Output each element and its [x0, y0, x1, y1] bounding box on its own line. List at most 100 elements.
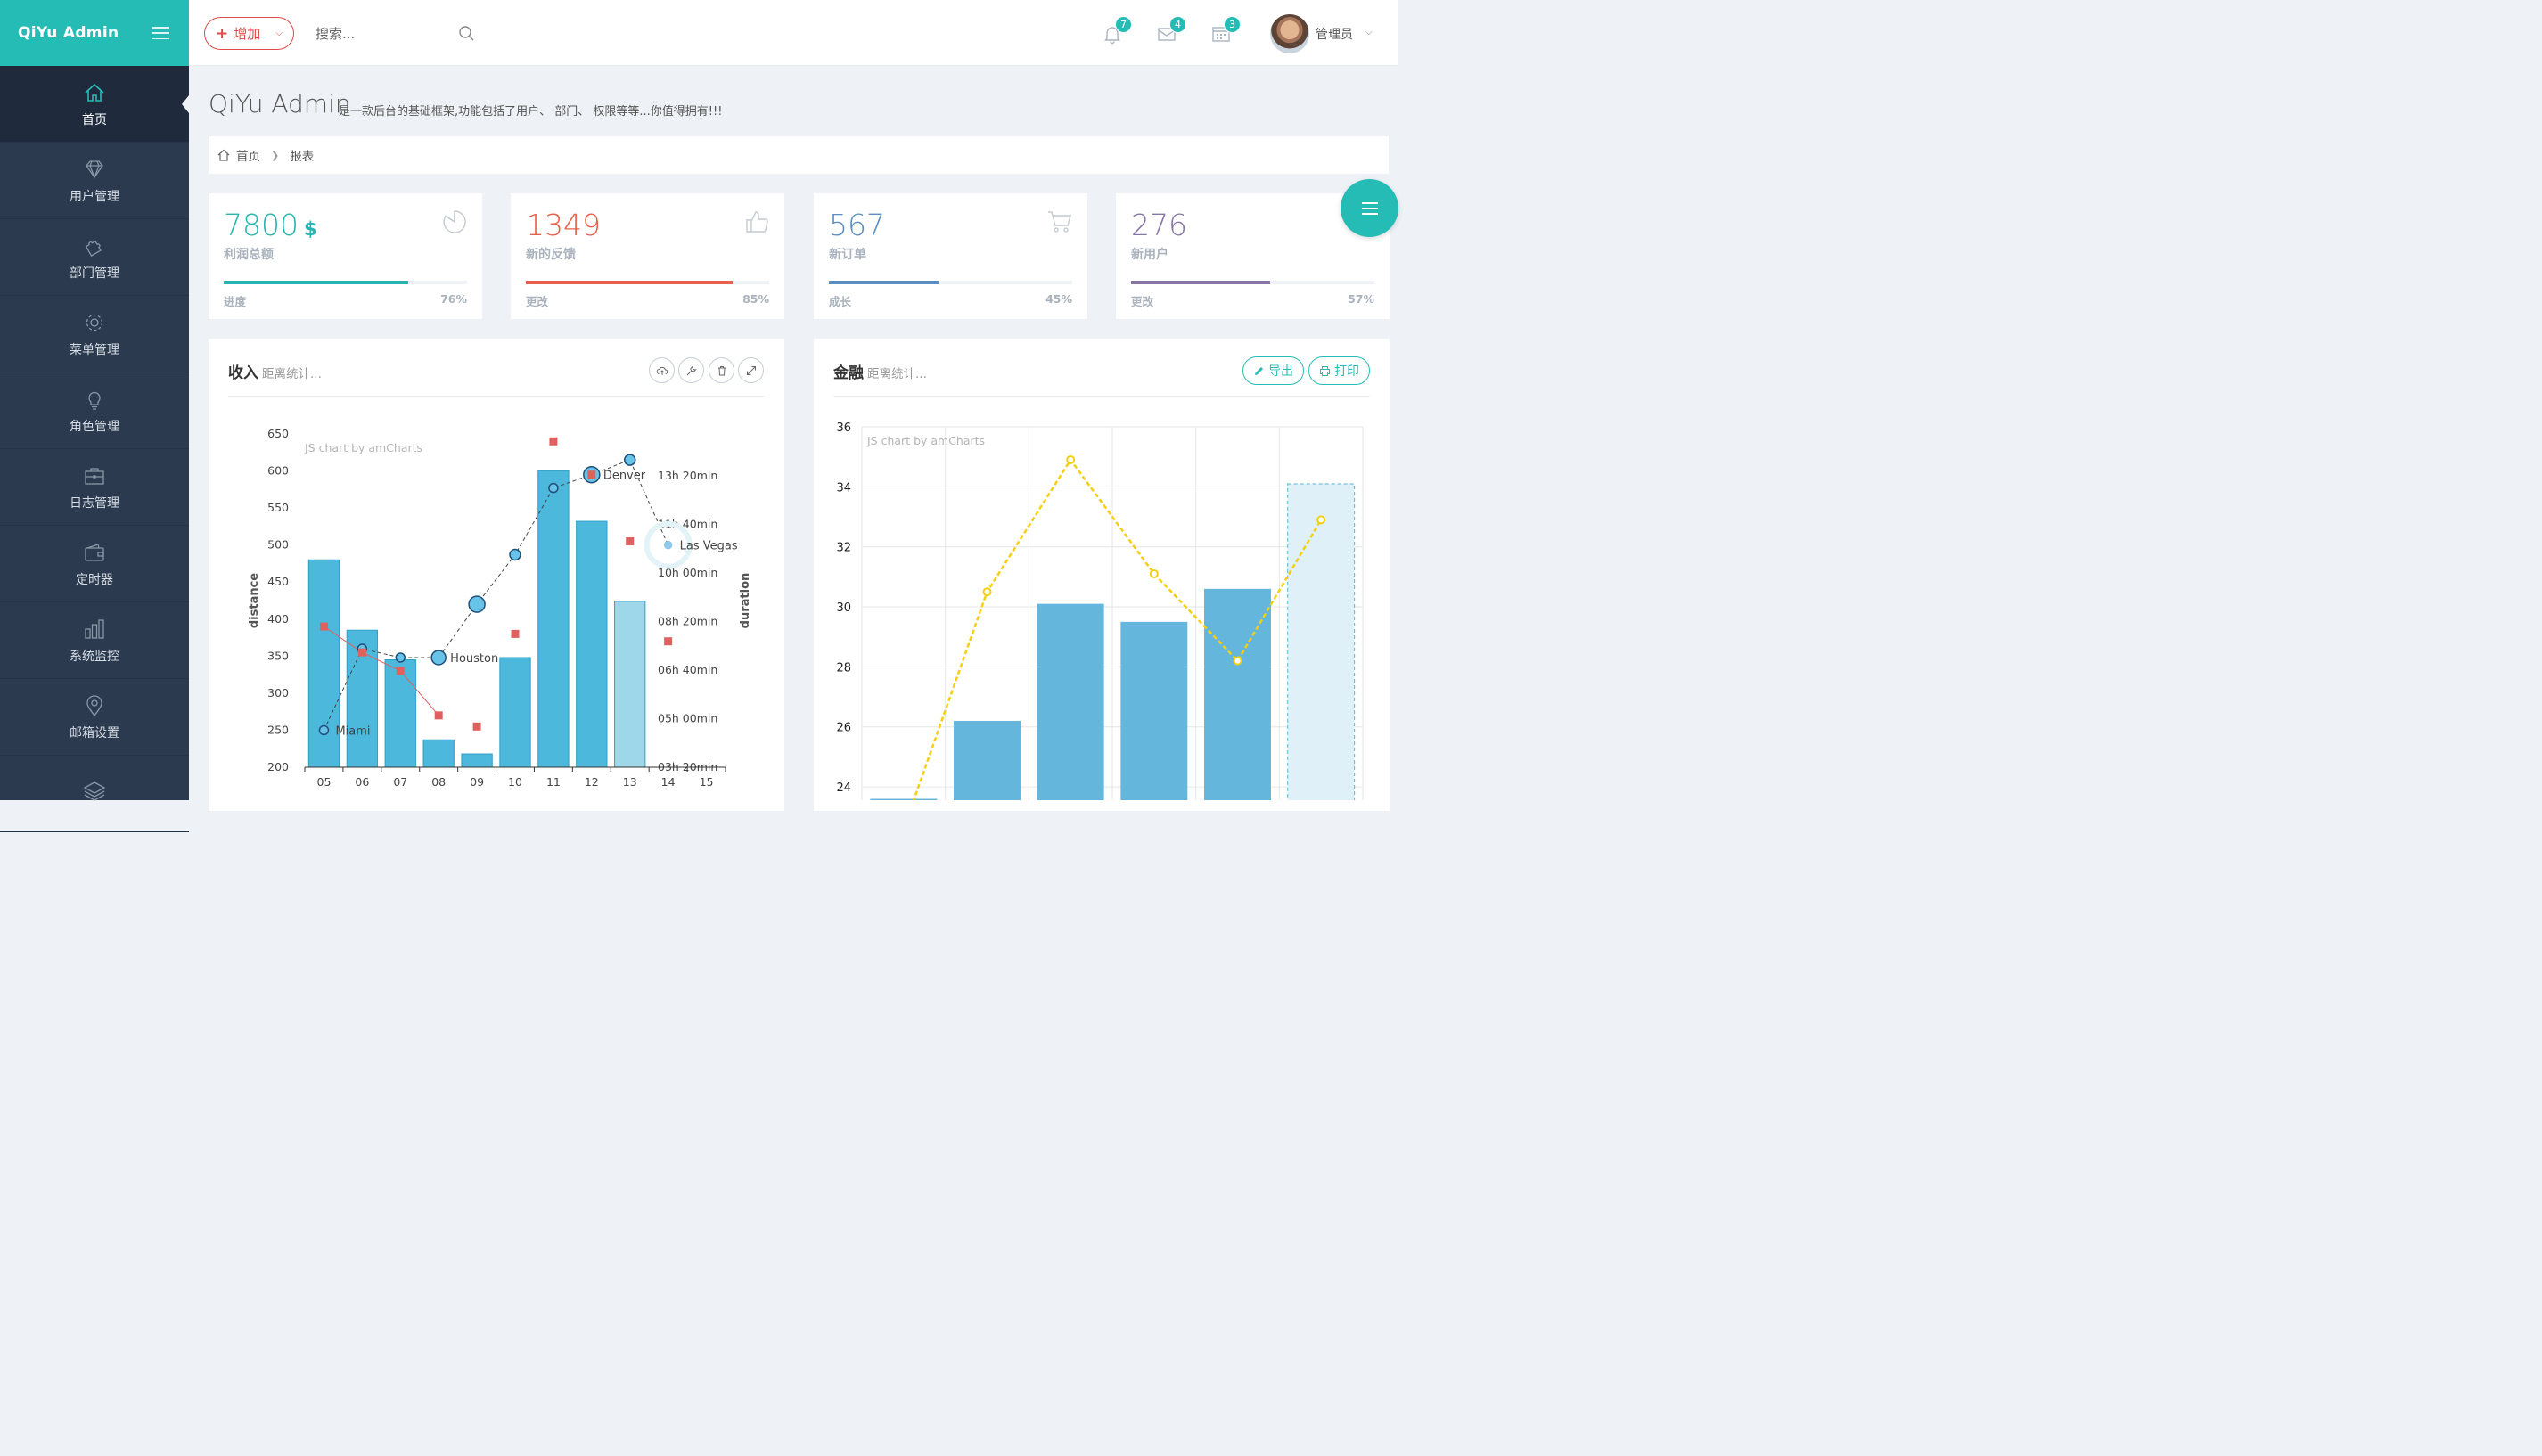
bulb-icon — [82, 387, 107, 412]
add-button-label: 增加 — [234, 26, 261, 42]
sidebar-item-1[interactable]: 用户管理 — [0, 143, 189, 219]
line-point — [395, 652, 406, 663]
y-tick-label: 500 — [267, 538, 289, 552]
x-tick-label: 15 — [700, 775, 714, 789]
line-point — [1233, 656, 1242, 666]
stat-progress-bar — [829, 281, 1072, 284]
y-tick-label: 450 — [267, 575, 289, 588]
user-name[interactable]: 管理员 — [1316, 25, 1353, 43]
home-icon — [82, 80, 107, 105]
y-tick-label: 300 — [267, 686, 289, 699]
scatter-square — [587, 470, 596, 479]
puzzle-icon — [82, 233, 107, 258]
cart-icon — [1046, 209, 1073, 235]
x-tick-label: 12 — [585, 775, 599, 789]
sidebar-item-label: 定时器 — [76, 572, 113, 587]
scatter-square — [472, 722, 481, 731]
sidebar-item-5[interactable]: 日志管理 — [0, 449, 189, 526]
sidebar: QiYu Admin 首页 用户管理 部门管理 菜单管理 角色管理 日志管理 定时器 系统监控… — [0, 0, 189, 832]
scatter-square — [549, 437, 558, 446]
scatter-square — [357, 648, 366, 657]
sidebar-item-label: 首页 — [82, 112, 107, 127]
stat-value: 276 — [1131, 208, 1187, 242]
sidebar-item-8[interactable]: 邮箱设置 — [0, 679, 189, 756]
x-tick-label: 06 — [355, 775, 369, 789]
menu-toggle-icon[interactable] — [152, 27, 169, 39]
finance-chart: 24 26 28 30 32 34 36 JS chart by amCharts — [836, 421, 1364, 800]
stat-progress-fill — [829, 281, 939, 284]
sidebar-item-label: 用户管理 — [70, 189, 119, 204]
diamond-icon — [82, 157, 107, 182]
page-title: QiYu Admin — [209, 89, 351, 119]
chart-watermark: JS chart by amCharts — [304, 441, 422, 454]
scatter-square — [664, 637, 673, 646]
layers-icon — [82, 779, 107, 804]
sidebar-item-label: 系统监控 — [70, 649, 119, 664]
map-pin-icon — [82, 693, 107, 718]
chevron-down-icon: ⌵ — [275, 29, 283, 38]
breadcrumb-home[interactable]: 首页 — [236, 146, 260, 164]
sidebar-item-label: 角色管理 — [70, 419, 119, 434]
line-point — [1066, 455, 1076, 465]
stat-progress-bar — [526, 281, 769, 284]
sidebar-item-9[interactable] — [0, 756, 189, 832]
x-tick-label: 09 — [470, 775, 484, 789]
stat-progress-fill — [1131, 281, 1270, 284]
sidebar-item-3[interactable]: 菜单管理 — [0, 296, 189, 372]
stat-value: 567 — [829, 208, 885, 242]
point-label: Miami — [335, 724, 370, 738]
x-tick-label: 05 — [317, 775, 332, 789]
sidebar-item-4[interactable]: 角色管理 — [0, 372, 189, 449]
y-tick-label: 34 — [836, 481, 851, 495]
x-tick-label: 10 — [508, 775, 522, 789]
y2-tick-label: 08h 20min — [658, 615, 718, 628]
line-point — [318, 724, 330, 736]
stat-progress-percent: 45% — [1046, 292, 1072, 306]
stat-progress-label: 进度 — [224, 295, 247, 308]
search-icon[interactable] — [458, 25, 476, 43]
bar — [537, 470, 570, 768]
y2-axis-title: duration — [739, 573, 752, 629]
y-tick-label: 250 — [267, 723, 289, 736]
menu-icon — [1361, 201, 1378, 215]
scatter-square — [626, 537, 635, 546]
stat-label: 新订单 — [829, 248, 866, 262]
y-tick-label: 550 — [267, 501, 289, 514]
calendar-button[interactable]: 3 — [1210, 16, 1241, 46]
top-header: + 增加 ⌵ 7 4 3 管理员 ⌵ — [189, 0, 1398, 66]
bell-badge: 7 — [1115, 16, 1132, 33]
floating-menu-button[interactable] — [1341, 179, 1398, 237]
sidebar-item-0[interactable]: 首页 — [0, 66, 189, 143]
x-tick-label: 14 — [661, 775, 676, 789]
search-input[interactable] — [316, 21, 476, 46]
bar — [384, 658, 416, 768]
mail-button[interactable]: 4 — [1156, 16, 1186, 46]
sidebar-item-6[interactable]: 定时器 — [0, 526, 189, 602]
wallet-icon — [82, 540, 107, 565]
breadcrumb-home-icon[interactable] — [217, 148, 231, 162]
stat-label: 新的反馈 — [526, 248, 576, 262]
y2-tick-label: 13h 20min — [658, 469, 718, 482]
sidebar-item-label: 菜单管理 — [70, 342, 119, 357]
sidebar-item-2[interactable]: 部门管理 — [0, 219, 189, 296]
thumbs-up-icon — [743, 209, 770, 235]
breadcrumb-current: 报表 — [290, 150, 315, 164]
finance-panel: 金融 距离统计... 导出 打印 24 26 28 30 32 34 36 JS chart b… — [814, 339, 1390, 811]
scatter-square — [434, 711, 443, 720]
bar — [499, 657, 531, 768]
notification-bell-button[interactable]: 7 — [1102, 16, 1132, 46]
add-button[interactable]: + 增加 ⌵ — [204, 17, 294, 50]
line-point — [509, 548, 521, 561]
briefcase-icon — [82, 463, 107, 488]
line-point — [982, 587, 992, 597]
y-tick-label: 32 — [836, 542, 851, 555]
income-chart: JS chart by amCharts 200 250 300 350 400 450 50… — [248, 427, 752, 789]
avatar[interactable] — [1270, 14, 1309, 53]
page-subtitle: 是一款后台的基础框架,功能包括了用户、 部门、 权限等等...你值得拥有!!! — [339, 105, 723, 119]
y-tick-label: 600 — [267, 464, 289, 478]
sidebar-nav: 首页用户管理部门管理菜单管理角色管理日志管理定时器系统监控邮箱设置 — [0, 66, 189, 832]
sidebar-item-7[interactable]: 系统监控 — [0, 602, 189, 679]
stat-card-2: 567 新订单 成长 45% — [814, 193, 1087, 319]
y-tick-label: 30 — [836, 601, 851, 615]
user-chevron-down-icon[interactable]: ⌵ — [1365, 28, 1373, 37]
